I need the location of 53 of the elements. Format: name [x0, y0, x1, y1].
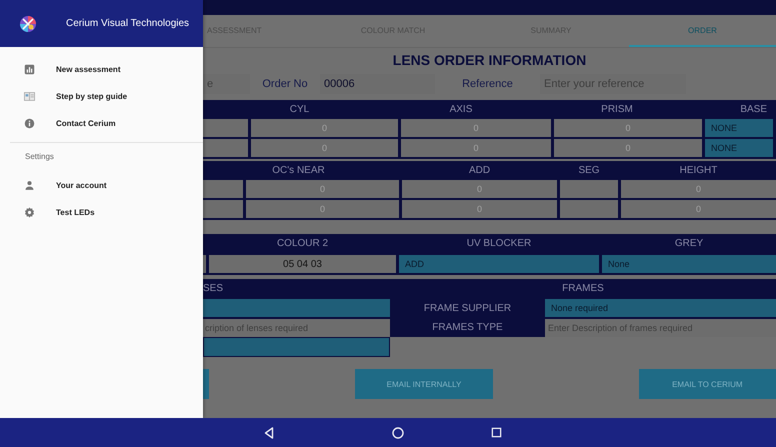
column-header: GREY: [674, 238, 704, 249]
column-header: ADD: [468, 165, 492, 176]
dropdown-field[interactable]: [203, 299, 390, 317]
input-field[interactable]: [203, 119, 248, 137]
button[interactable]: EMAIL TO CERIUM: [638, 369, 776, 399]
column-header: COLOUR 2: [276, 238, 330, 249]
app-title: Cerium Visual Technologies: [66, 18, 190, 29]
column-header: PRISM: [600, 104, 634, 115]
section-heading: Settings: [24, 152, 55, 163]
input-field[interactable]: [560, 180, 618, 198]
column-header: SEG: [577, 165, 601, 176]
dropdown-field[interactable]: ADD: [399, 255, 599, 273]
menu-item[interactable]: Step by step guide: [0, 83, 203, 110]
button[interactable]: [203, 369, 210, 399]
menu-item[interactable]: Contact Cerium: [0, 110, 203, 137]
dropdown-field[interactable]: None: [602, 255, 776, 273]
column-header: OC's NEAR: [271, 165, 326, 176]
menu-item[interactable]: Your account: [0, 172, 203, 199]
column-header: UV BLOCKER: [466, 238, 532, 249]
column-header: AXIS: [448, 104, 474, 115]
field-label: FRAME SUPPLIER: [422, 302, 512, 314]
logo-icon: [18, 14, 38, 34]
book-icon: [24, 91, 35, 102]
recents-icon[interactable]: [491, 427, 502, 438]
home-icon[interactable]: [392, 426, 404, 438]
dropdown-field[interactable]: [203, 337, 390, 357]
section-heading: FRAMES: [561, 283, 605, 294]
back-icon[interactable]: [264, 426, 274, 438]
tab[interactable]: ORDER: [629, 15, 776, 47]
button[interactable]: EMAIL INTERNALLY: [355, 369, 493, 399]
input-field[interactable]: [203, 255, 206, 273]
page-title: LENS ORDER INFORMATION: [392, 52, 588, 70]
info-icon: [24, 118, 35, 129]
column-header: HEIGHT: [678, 165, 718, 176]
column-header: CYL: [288, 104, 310, 115]
field-label: Reference: [461, 78, 514, 90]
column-header: BASE: [739, 104, 768, 115]
dropdown-field[interactable]: None required: [545, 299, 776, 317]
settings-icon: [24, 207, 35, 218]
input-field[interactable]: [560, 200, 618, 218]
field-label: Order No: [261, 78, 309, 90]
input-field[interactable]: [203, 139, 248, 157]
input-field[interactable]: [203, 180, 243, 198]
input-field[interactable]: [203, 200, 243, 218]
section-heading: SES: [203, 283, 224, 294]
dropdown-field[interactable]: NONE: [705, 139, 773, 157]
field-label: FRAMES TYPE: [431, 322, 504, 333]
menu-item[interactable]: New assessment: [0, 56, 203, 83]
dropdown-field[interactable]: NONE: [705, 119, 773, 137]
input-field[interactable]: 05 04 03: [209, 255, 396, 273]
person-icon: [24, 180, 35, 191]
bar-chart-icon: [24, 64, 35, 75]
menu-item[interactable]: Test LEDs: [0, 199, 203, 226]
